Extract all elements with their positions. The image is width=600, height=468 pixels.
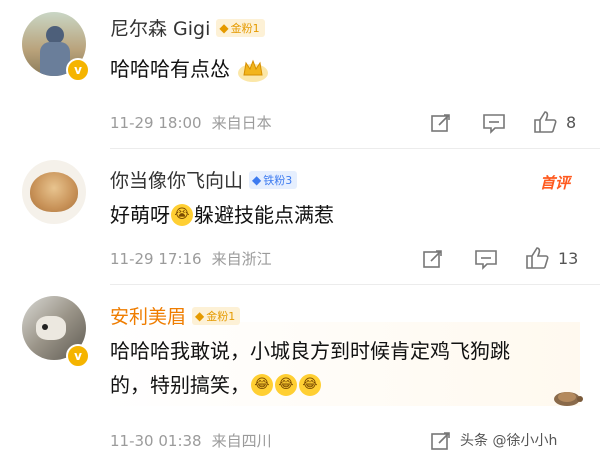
comment-text: 好萌呀 😭 躲避技能点满惹 [110,198,334,232]
crying-face-emoji-icon: 😭 [171,203,193,226]
comment-text-part1: 好萌呀 [110,203,170,227]
timestamp: 11-29 18:00 [110,114,202,132]
crown-sticker-icon [236,55,270,83]
comment-icon[interactable] [474,248,498,274]
fan-badge-label: 铁粉3 [263,173,293,187]
location: 来自四川 [211,432,272,450]
comment-meta: 11-30 01:38 来自四川 [110,430,282,451]
comment-text-line2-content: 的，特别搞笑， [110,373,250,397]
laughing-tears-emoji-icon: 😂 [299,373,321,396]
laughing-tears-emoji-icon: 😂 [251,373,273,396]
fan-badge: ◆ 金粉1 [192,306,241,325]
username[interactable]: 尼尔森 Gigi ◆ 金粉1 [110,14,265,41]
comment-text-content: 哈哈哈有点怂 [110,57,230,81]
timestamp: 11-30 01:38 [110,432,202,450]
like-count: 8 [566,113,577,132]
verified-icon: v [66,344,90,368]
comment-text-part2: 躲避技能点满惹 [194,203,334,227]
like-icon[interactable] [524,245,550,275]
laughing-tears-emoji-icon: 😂 [275,373,297,396]
turtle-sticker-icon [550,384,584,412]
divider [110,284,600,285]
fan-badge: ◆ 铁粉3 [249,170,298,189]
watermark: 头条 @徐小小h [460,433,558,449]
gem-icon: ◆ [195,308,205,323]
verified-icon: v [66,58,90,82]
location: 来自日本 [211,114,272,132]
like-icon[interactable] [532,109,558,139]
fan-badge-label: 金粉1 [206,309,236,323]
comment-text-line1: 哈哈哈我敢说，小城良方到时候肯定鸡飞狗跳 [110,339,510,363]
share-icon[interactable] [422,248,444,274]
comment-text-line2: 的，特别搞笑， 😂 😂 😂 [110,368,322,402]
username[interactable]: 安利美眉 ◆ 金粉1 [110,302,241,329]
location: 来自浙江 [211,250,272,268]
diamond-icon: ◆ [252,172,262,187]
comment-text: 哈哈哈有点怂 [110,52,270,86]
username-text[interactable]: 你当像你飞向山 [110,170,243,192]
share-icon[interactable] [430,430,452,456]
gem-icon: ◆ [219,20,229,35]
username[interactable]: 你当像你飞向山 ◆ 铁粉3 [110,166,298,193]
avatar[interactable] [22,160,86,224]
fan-badge: ◆ 金粉1 [216,18,265,37]
comment-icon[interactable] [482,112,506,138]
username-text[interactable]: 尼尔森 Gigi [110,18,210,40]
fan-badge-label: 金粉1 [230,21,260,35]
username-text[interactable]: 安利美眉 [110,306,186,328]
share-icon[interactable] [430,112,452,138]
timestamp: 11-29 17:16 [110,250,202,268]
comment-meta: 11-29 18:00 来自日本 [110,112,282,133]
comment-meta: 11-29 17:16 来自浙江 [110,248,282,269]
divider [110,148,600,149]
like-count: 13 [558,249,579,268]
first-comment-label: 首评 [540,174,571,192]
